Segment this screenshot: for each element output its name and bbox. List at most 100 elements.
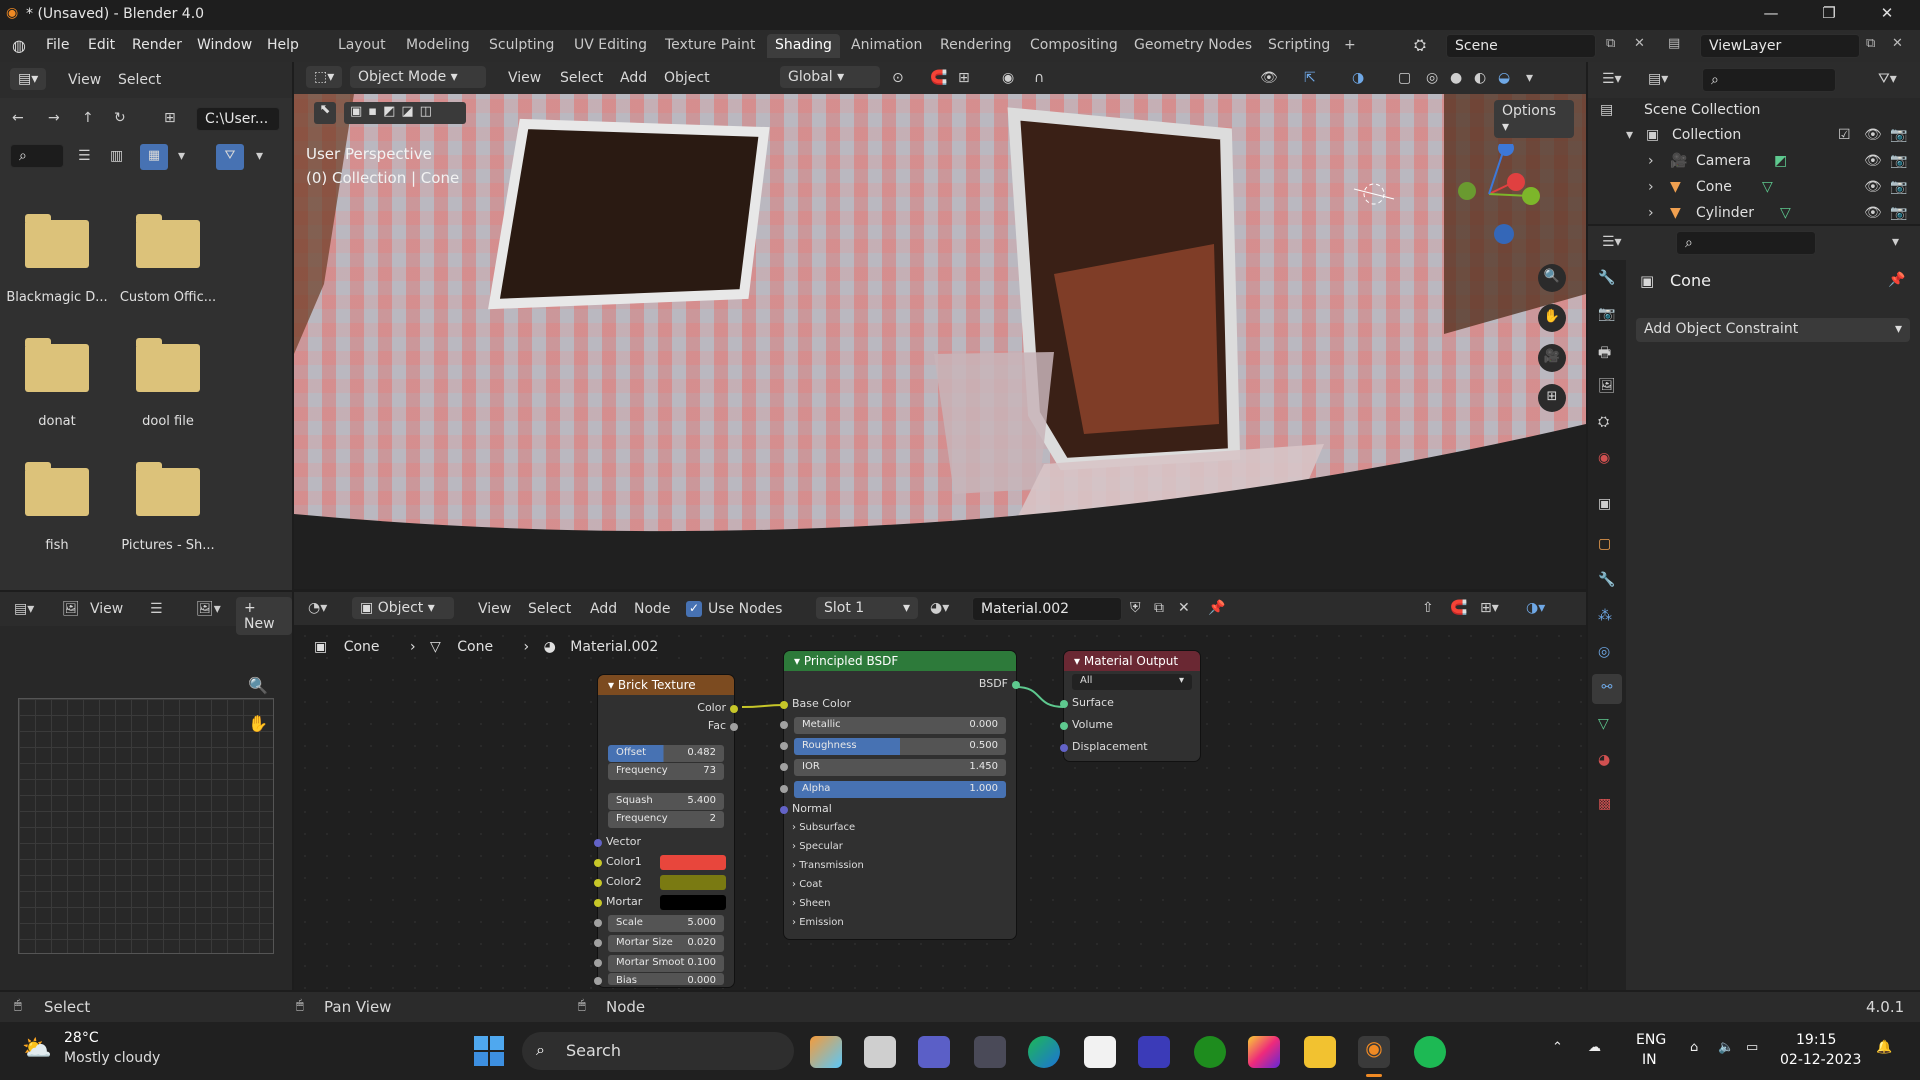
parent-dir-icon[interactable]: ↑ <box>82 110 94 126</box>
color2-swatch[interactable] <box>660 875 726 890</box>
surface-input-socket[interactable] <box>1060 700 1068 708</box>
expand-arrow-icon[interactable]: › <box>1648 179 1654 195</box>
slot-dropdown[interactable]: Slot 1 ▾ <box>816 597 918 619</box>
normal-input-socket[interactable] <box>780 806 788 814</box>
sheen-panel[interactable]: › Sheen <box>792 898 1008 914</box>
app-icon[interactable] <box>974 1036 1006 1068</box>
menu-window[interactable]: Window <box>197 37 252 53</box>
folder-pictures-icon[interactable] <box>136 462 200 516</box>
tray-chevron-icon[interactable]: ⌃ <box>1552 1040 1563 1055</box>
short-view-icon[interactable]: ▥ <box>110 148 123 164</box>
new-viewlayer-icon[interactable]: ⧉ <box>1866 36 1875 51</box>
coat-panel[interactable]: › Coat <box>792 879 1008 895</box>
brick-texture-node[interactable]: ▾ Brick Texture Color Fac Offset 0.482 Fr… <box>594 675 738 987</box>
roughness-input-socket[interactable] <box>780 742 788 750</box>
object-tab-icon[interactable]: ▢ <box>1598 536 1611 552</box>
rendered-shading-icon[interactable]: ◒ <box>1498 70 1510 86</box>
ior-field[interactable]: IOR 1.450 <box>794 759 1006 776</box>
properties-options-icon[interactable]: ▾ <box>1892 234 1899 250</box>
mortar-input-socket[interactable] <box>594 899 602 907</box>
scene-tab-icon[interactable]: ⛭ <box>1598 414 1609 430</box>
view-layer-tab-icon[interactable]: 🖼 <box>1598 378 1616 394</box>
properties-search-icon[interactable]: ⌕ <box>1676 231 1816 255</box>
menu-help[interactable]: Help <box>267 37 299 53</box>
eye-icon[interactable]: 👁 <box>1864 205 1882 221</box>
spotify-icon[interactable] <box>1414 1036 1446 1068</box>
folder-icon[interactable] <box>25 462 89 516</box>
node-snap-icon[interactable]: 🧲 <box>1450 600 1467 616</box>
constraints-tab-icon[interactable]: ⚯ <box>1592 674 1622 704</box>
scene-icon[interactable]: ⛭ <box>1414 36 1426 54</box>
copilot-icon[interactable] <box>810 1036 842 1068</box>
file-view-menu[interactable]: View <box>68 72 101 88</box>
refresh-icon[interactable]: ↻ <box>114 110 126 126</box>
color1-input-socket[interactable] <box>594 859 602 867</box>
frequency-offset-field[interactable]: Frequency 73 <box>608 763 724 780</box>
blender-menu-icon[interactable]: ◍ <box>12 36 26 55</box>
volume-input-socket[interactable] <box>1060 722 1068 730</box>
delete-viewlayer-icon[interactable]: ✕ <box>1892 36 1903 51</box>
squash-field[interactable]: Squash 5.400 <box>608 793 724 810</box>
node-overlay-icon[interactable]: ◑▾ <box>1526 600 1545 616</box>
data-tab-icon[interactable]: ▽ <box>1598 716 1609 732</box>
parent-node-tree-icon[interactable]: ⇧ <box>1422 600 1434 616</box>
output-tab-icon[interactable]: 🖶 <box>1598 342 1611 366</box>
viewport-options-button[interactable]: Options ▾ <box>1494 100 1574 138</box>
fake-user-shield-icon[interactable]: ⛨ <box>1130 600 1141 616</box>
camera-view-icon[interactable]: 🎥 <box>1538 344 1566 372</box>
expand-arrow-icon[interactable]: ▾ <box>1626 127 1633 143</box>
transform-orientation-dropdown[interactable]: Global ▾ <box>780 66 880 88</box>
sort-dropdown-icon[interactable]: ▾ <box>178 148 185 164</box>
image-canvas-grid[interactable] <box>18 698 274 954</box>
file-select-menu[interactable]: Select <box>118 72 161 88</box>
wireframe-shading-icon[interactable]: ◎ <box>1426 70 1438 86</box>
ortho-toggle-icon[interactable]: ⊞ <box>1538 384 1566 412</box>
material-name-field[interactable]: Material.002 <box>972 597 1122 621</box>
eye-icon[interactable]: 👁 <box>1864 127 1882 143</box>
tab-shading[interactable]: Shading <box>767 34 840 58</box>
menu-edit[interactable]: Edit <box>88 37 115 53</box>
folder-icon[interactable] <box>136 338 200 392</box>
physics-tab-icon[interactable]: ◎ <box>1598 644 1610 660</box>
scale-field[interactable]: Scale 5.000 <box>608 915 724 932</box>
particles-tab-icon[interactable]: ⁂ <box>1598 608 1612 624</box>
shading-options-icon[interactable]: ▾ <box>1526 70 1533 86</box>
folder-icon[interactable] <box>25 214 89 268</box>
outliner-item-cylinder[interactable]: › ▼ Cylinder ▽ 👁 📷 <box>1590 202 1920 226</box>
tab-animation[interactable]: Animation <box>843 34 930 58</box>
tab-compositing[interactable]: Compositing <box>1022 34 1126 58</box>
close-icon[interactable]: ✕ <box>1876 4 1898 26</box>
node-snap-target-icon[interactable]: ⊞▾ <box>1480 600 1499 616</box>
viewport-add-menu[interactable]: Add <box>620 70 647 86</box>
tool-tab-icon[interactable]: 🔧 <box>1598 270 1615 286</box>
camera-render-icon[interactable]: 📷 <box>1890 179 1907 195</box>
blender-taskbar-icon[interactable]: ◉ <box>1358 1036 1390 1068</box>
clock-time[interactable]: 19:15 <box>1796 1032 1836 1048</box>
scene-collection-row[interactable]: ▤ Scene Collection <box>1590 99 1920 123</box>
duplicate-material-icon[interactable]: ⧉ <box>1154 600 1164 616</box>
specular-panel[interactable]: › Specular <box>792 841 1008 857</box>
image-editor-type-icon[interactable]: ▤▾ <box>14 601 34 617</box>
eye-icon[interactable]: 👁 <box>1864 153 1882 169</box>
tab-scripting[interactable]: Scripting <box>1260 34 1338 58</box>
notification-bell-icon[interactable]: 🔔 <box>1876 1040 1892 1055</box>
folder-label[interactable]: dool file <box>113 414 223 429</box>
folder-label[interactable]: donat <box>2 414 112 429</box>
camera-render-icon[interactable]: 📷 <box>1890 205 1907 221</box>
texture-tab-icon[interactable]: ▩ <box>1598 796 1611 812</box>
proportional-edit-icon[interactable]: ◉ <box>1002 70 1014 86</box>
add-object-constraint-dropdown[interactable]: Add Object Constraint ▾ <box>1636 318 1910 342</box>
instagram-icon[interactable] <box>1248 1036 1280 1068</box>
minimize-icon[interactable]: — <box>1760 4 1782 26</box>
zoom-icon[interactable]: 🔍 <box>1538 264 1566 292</box>
output-node-header[interactable]: ▾ Material Output <box>1064 651 1200 671</box>
battery-icon[interactable]: ▭ <box>1746 1040 1758 1055</box>
filter-icon[interactable]: ⛛ <box>216 144 244 170</box>
object-mode-dropdown[interactable]: Object Mode ▾ <box>350 66 486 88</box>
node-editor[interactable]: ▣ Cone › ▽ Cone › ◕ Material.002 ▾ Brick… <box>294 625 1586 990</box>
node-editor-type-icon[interactable]: ◔▾ <box>308 600 327 616</box>
xray-icon[interactable]: ▢ <box>1398 70 1411 86</box>
properties-editor-icon[interactable]: ☰▾ <box>1602 234 1622 250</box>
tab-texture-paint[interactable]: Texture Paint <box>657 34 763 58</box>
mortar-size-field[interactable]: Mortar Size 0.020 <box>608 935 724 952</box>
